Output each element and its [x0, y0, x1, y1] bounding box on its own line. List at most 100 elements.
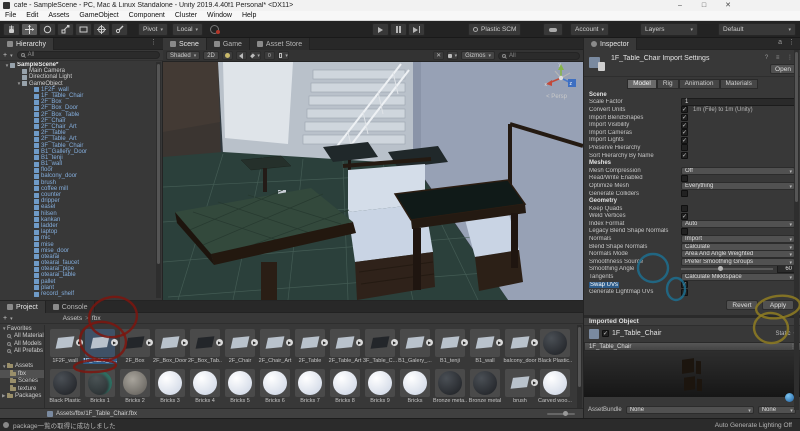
expand-icon[interactable]: ▶ [426, 339, 433, 346]
mode-tab-materials[interactable]: Materials [719, 78, 758, 89]
static-dropdown[interactable]: Static [775, 331, 796, 337]
packages-header[interactable]: ▶ Packages [0, 392, 44, 401]
asset-bronze-meta-[interactable]: Bronze meta... [433, 369, 467, 404]
asset-thumbnail[interactable]: ▶ [365, 329, 398, 357]
checkbox[interactable]: ✓ [681, 114, 688, 122]
asset-2f-chair[interactable]: ▶ 2F_Chair [225, 329, 258, 364]
tab-game[interactable]: Game [206, 38, 250, 50]
tab-inspector[interactable]: Inspector [584, 38, 637, 50]
layers-dropdown[interactable]: Layers [640, 23, 698, 36]
assetbundle-variant-dropdown[interactable]: None [757, 405, 796, 414]
asset-thumbnail[interactable] [540, 329, 570, 357]
asset-thumbnail[interactable]: ▶ [85, 329, 118, 357]
tab-asset-store[interactable]: Asset Store [249, 38, 311, 50]
asset-thumbnail[interactable] [85, 369, 115, 397]
panel-menu-icon[interactable]: ⋮ [146, 38, 163, 49]
asset-thumbnail[interactable]: ▶ [50, 329, 83, 357]
dropdown[interactable]: Prefer Smoothing Groups [681, 257, 795, 266]
folder-texture[interactable]: texture [0, 385, 44, 393]
tab-project[interactable]: Project [0, 301, 46, 313]
asset-bricks-9[interactable]: Bricks 9 [365, 369, 395, 404]
asset-thumbnail[interactable] [540, 369, 570, 397]
maximize-button[interactable]: □ [692, 0, 716, 11]
checkbox[interactable] [681, 144, 688, 152]
imported-object-row[interactable]: ✓ 1F_Table_Chair Static [584, 327, 800, 340]
apply-button[interactable]: Apply [762, 300, 794, 310]
cloud-button[interactable] [543, 23, 563, 36]
asset-thumbnail[interactable] [155, 369, 185, 397]
hand-tool-button[interactable] [3, 23, 20, 36]
asset-thumbnail[interactable]: ▶ [260, 329, 293, 357]
expand-icon[interactable]: ▶ [76, 339, 83, 346]
scene-viewport[interactable]: x y z < Persp [163, 62, 583, 300]
toggle-2d-button[interactable]: 2D [203, 51, 219, 60]
asset-thumbnail[interactable]: ▶ [505, 369, 538, 397]
hierarchy-scrollbar[interactable] [156, 62, 161, 298]
axis-y-label[interactable]: y [559, 62, 562, 68]
asset-2f-chair-art[interactable]: ▶ 2F_Chair_Art [259, 329, 293, 364]
preview-titlebar[interactable]: 1F_Table_Chair ⋮ [584, 342, 800, 351]
dropdown[interactable]: Import [681, 235, 795, 244]
pause-button[interactable] [390, 23, 407, 36]
asset-bricks-1[interactable]: Bricks 1 [85, 369, 115, 404]
expand-icon[interactable]: ▶ [251, 339, 258, 346]
menu-window[interactable]: Window [202, 11, 237, 21]
menu-component[interactable]: Component [124, 11, 170, 21]
menu-help[interactable]: Help [237, 11, 261, 21]
asset-thumbnail[interactable]: ▶ [225, 329, 258, 357]
favorite-all-models[interactable]: All Models [0, 340, 44, 348]
dropdown[interactable]: Off [681, 166, 795, 175]
asset-3f-table-c-[interactable]: ▶ 3F_Table_C... [363, 329, 398, 364]
expand-icon[interactable]: ▶ [461, 339, 468, 346]
asset-thumbnail[interactable] [120, 369, 150, 397]
checkbox[interactable] [681, 174, 688, 182]
asset-thumbnail[interactable]: ▶ [295, 329, 328, 357]
minimize-button[interactable]: – [668, 0, 692, 11]
shading-dropdown[interactable]: Shaded [166, 51, 201, 60]
checkbox[interactable]: ✓ [681, 106, 688, 114]
asset-b1-galery-[interactable]: ▶ B1_Galery_... [398, 329, 433, 364]
asset-thumbnail[interactable] [365, 369, 395, 397]
auto-generate-lighting-toggle[interactable]: Auto Generate Lighting Off [715, 422, 792, 429]
menu-gameobject[interactable]: GameObject [74, 11, 123, 21]
favorite-all-prefabs[interactable]: All Prefabs [0, 348, 44, 356]
model-preview[interactable] [584, 351, 800, 397]
tab-scene[interactable]: Scene [163, 38, 207, 50]
mode-tab-model[interactable]: Model [627, 78, 657, 89]
local-button[interactable]: Local [172, 23, 204, 36]
play-button[interactable] [372, 23, 389, 36]
checkbox[interactable]: ✓ [681, 121, 688, 129]
asset-carved-woo-[interactable]: Carved woo... [538, 369, 572, 404]
asset-thumbnail[interactable]: ▶ [155, 329, 188, 357]
asset-2f-table[interactable]: ▶ 2F_Table [295, 329, 328, 364]
help-icon[interactable]: ? ≡ ⋮ [765, 54, 796, 61]
checkbox[interactable] [681, 288, 688, 296]
close-button[interactable]: ✕ [716, 0, 740, 11]
favorite-all-materials[interactable]: All Materials [0, 333, 44, 341]
menu-assets[interactable]: Assets [43, 11, 74, 21]
effects-dropdown-icon[interactable] [249, 51, 261, 60]
axis-z-label[interactable]: z [570, 81, 573, 87]
asset-thumbnail[interactable]: ▶ [435, 329, 468, 357]
hierarchy-search-input[interactable]: All [16, 51, 160, 59]
gizmos-dropdown[interactable]: Gizmos [461, 51, 495, 60]
asset-thumbnail[interactable] [470, 369, 500, 397]
mode-tab-rig[interactable]: Rig [656, 78, 679, 89]
project-scrollbar[interactable] [577, 325, 582, 408]
asset-thumbnail[interactable] [435, 369, 465, 397]
project-create-button[interactable]: + [3, 315, 13, 322]
asset-b1-tenji[interactable]: ▶ B1_tenji [435, 329, 468, 364]
revert-button[interactable]: Revert [726, 300, 758, 310]
asset-thumbnail[interactable] [260, 369, 290, 397]
grid-settings-icon[interactable] [277, 51, 289, 60]
expand-icon[interactable]: ▶ [391, 339, 398, 346]
thumbnail-zoom-slider[interactable] [547, 411, 575, 416]
asset-bricks-5[interactable]: Bricks 5 [225, 369, 255, 404]
asset-balcony-door[interactable]: ▶ balcony_door [503, 329, 538, 364]
checkbox[interactable]: ✓ [681, 136, 688, 144]
breadcrumb-root[interactable]: Assets [63, 315, 83, 322]
asset-black-plastic-[interactable]: Black Plastic... [538, 329, 572, 364]
transform-tool-button[interactable] [93, 23, 110, 36]
camera-settings-icon[interactable] [447, 51, 459, 60]
slider-knob-icon[interactable] [717, 266, 723, 272]
